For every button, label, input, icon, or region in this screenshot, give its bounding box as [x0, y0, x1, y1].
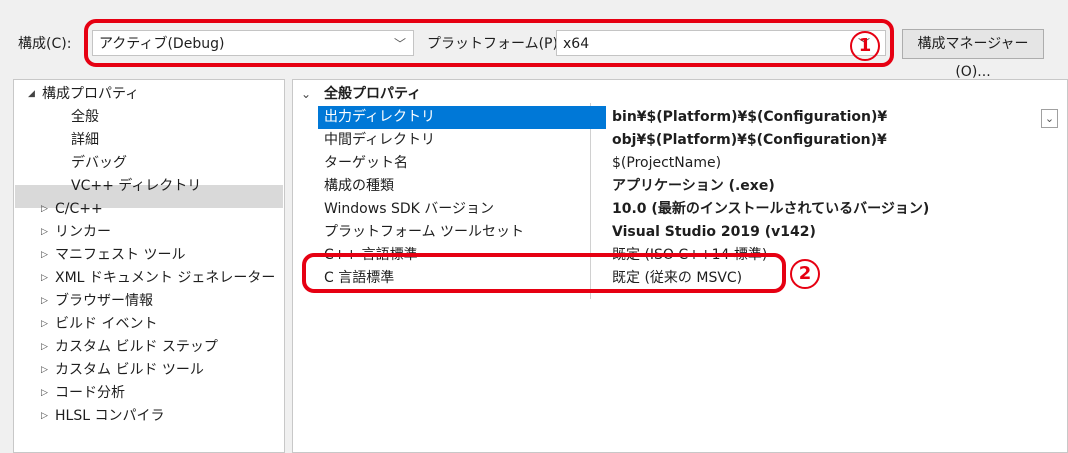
tree-item-label: ブラウザー情報: [55, 293, 153, 309]
tree-item-label: デバッグ: [71, 155, 127, 171]
property-row[interactable]: ターゲット名 $(ProjectName): [299, 152, 1061, 175]
property-value: $(ProjectName): [612, 155, 722, 171]
property-tree: ◢ 構成プロパティ 全般 詳細 デバッグ VC++ ディレクトリ ▷ C/C++ ▷ リンカー ▷…: [13, 79, 285, 453]
property-value: アプリケーション (.exe): [612, 178, 775, 194]
property-name: Windows SDK バージョン: [324, 201, 494, 217]
expand-arrow-icon: ▷: [41, 204, 48, 214]
property-row[interactable]: プラットフォーム ツールセット Visual Studio 2019 (v142): [299, 221, 1061, 244]
expand-arrow-icon: ▷: [41, 319, 48, 329]
tree-root-config-properties[interactable]: ◢ 構成プロパティ: [28, 83, 139, 106]
tree-item-label: カスタム ビルド ツール: [55, 362, 204, 378]
annotation-box-2: [302, 253, 786, 293]
property-row[interactable]: 構成の種類 アプリケーション (.exe): [299, 175, 1061, 198]
annotation-marker-1: 1: [850, 31, 880, 61]
tree-item-label: C/C++: [55, 201, 103, 217]
tree-item[interactable]: デバッグ: [71, 152, 127, 175]
expand-arrow-icon: ▷: [41, 227, 48, 237]
tree-item[interactable]: ▷ マニフェスト ツール: [41, 244, 185, 267]
config-label: 構成(C):: [18, 36, 72, 52]
value-dropdown-icon[interactable]: ⌄: [1041, 109, 1058, 128]
annotation-marker-2: 2: [790, 259, 820, 289]
tree-item-label: カスタム ビルド ステップ: [55, 339, 218, 355]
tree-item[interactable]: ▷ C/C++: [41, 198, 103, 221]
expand-arrow-icon: ▷: [41, 342, 48, 352]
tree-item-label: VC++ ディレクトリ: [71, 178, 202, 194]
expand-arrow-icon: ▷: [41, 365, 48, 375]
tree-item[interactable]: ▷ コード分析: [41, 382, 125, 405]
tree-item[interactable]: ▷ HLSL コンパイラ: [41, 405, 164, 428]
tree-item-label: コード分析: [55, 385, 125, 401]
configuration-manager-button[interactable]: 構成マネージャー(O)...: [902, 29, 1044, 80]
section-title: 全般プロパティ: [324, 86, 422, 102]
tree-item-label: HLSL コンパイラ: [55, 408, 165, 424]
tree-item[interactable]: ▷ ビルド イベント: [41, 313, 157, 336]
chevron-down-icon: ⌄: [301, 87, 312, 101]
property-value: Visual Studio 2019 (v142): [612, 224, 816, 240]
section-header[interactable]: ⌄ 全般プロパティ: [299, 83, 1061, 106]
property-name: 構成の種類: [324, 178, 394, 194]
property-name: ターゲット名: [324, 155, 408, 171]
tree-item-label: 詳細: [71, 132, 99, 148]
expand-arrow-icon: ▷: [41, 250, 48, 260]
collapse-arrow-icon: ◢: [28, 89, 35, 99]
expand-arrow-icon: ▷: [41, 388, 48, 398]
tree-item[interactable]: ▷ カスタム ビルド ツール: [41, 359, 204, 382]
property-row[interactable]: 中間ディレクトリ obj¥$(Platform)¥$(Configuration)…: [299, 129, 1061, 152]
property-row[interactable]: 出力ディレクトリ bin¥$(Platform)¥$(Configuration)…: [299, 106, 1061, 129]
expand-arrow-icon: ▷: [41, 296, 48, 306]
tree-item[interactable]: 全般: [71, 106, 99, 129]
tree-item-label: ビルド イベント: [55, 316, 158, 332]
tree-item[interactable]: 詳細: [71, 129, 99, 152]
annotation-box-1: [84, 19, 894, 67]
property-name: 中間ディレクトリ: [324, 132, 436, 148]
tree-item-label: 全般: [71, 109, 99, 125]
property-value: bin¥$(Platform)¥$(Configuration)¥: [612, 109, 888, 125]
property-name: 出力ディレクトリ: [318, 106, 606, 129]
tree-item[interactable]: VC++ ディレクトリ: [71, 175, 201, 198]
property-value: 10.0 (最新のインストールされているバージョン): [612, 201, 930, 217]
tree-item-label: XML ドキュメント ジェネレーター: [55, 270, 276, 286]
tree-item[interactable]: ▷ カスタム ビルド ステップ: [41, 336, 218, 359]
property-value: obj¥$(Platform)¥$(Configuration)¥: [612, 132, 887, 148]
tree-item[interactable]: ▷ XML ドキュメント ジェネレーター: [41, 267, 275, 290]
expand-arrow-icon: ▷: [41, 273, 48, 283]
tree-item-label: リンカー: [55, 224, 111, 240]
tree-item[interactable]: ▷ リンカー: [41, 221, 111, 244]
tree-item[interactable]: ▷ ブラウザー情報: [41, 290, 153, 313]
tree-item-label: マニフェスト ツール: [55, 247, 186, 263]
property-name: プラットフォーム ツールセット: [324, 224, 525, 240]
expand-arrow-icon: ▷: [41, 411, 48, 421]
property-row[interactable]: Windows SDK バージョン 10.0 (最新のインストールされているバージ…: [299, 198, 1061, 221]
